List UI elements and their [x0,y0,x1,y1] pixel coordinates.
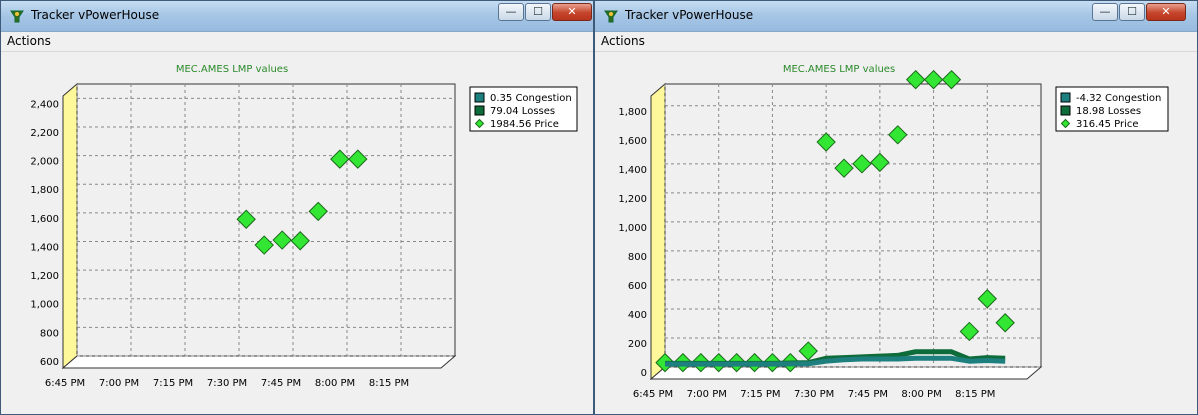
y-tick-label: 0 [641,368,647,379]
legend-swatch-losses [474,105,485,116]
y-tick-label: 2,000 [30,157,59,168]
close-button[interactable]: ✕ [552,3,592,21]
menu-actions[interactable]: Actions [7,34,51,48]
y-tick-label: 1,800 [30,185,59,196]
y-tick-label: 800 [628,252,647,263]
price-point [798,341,818,361]
x-tick-label: 7:30 PM [794,389,834,400]
y-tick-label: 800 [40,328,59,339]
window-title: Tracker vPowerHouse [625,8,754,22]
chart-left-wall [62,82,78,370]
y-tick-label: 1,400 [618,165,647,176]
price-point [254,235,274,255]
price-point [290,231,310,251]
price-point [977,289,997,309]
x-tick-label: 7:45 PM [261,378,301,389]
chart-area: MEC.AMES LMP values 600 800 1,000 1,200 1,400… [7,54,587,410]
price-point [308,201,328,222]
price-point [941,69,962,90]
price-point [870,152,890,173]
app-icon [10,10,24,23]
y-tick-label: 1,200 [618,194,647,205]
y-tick-label: 1,400 [30,242,59,253]
window-title: Tracker vPowerHouse [31,8,160,22]
legend-label-price: 1984.56 Price [490,119,559,130]
y-tick-label: 1,000 [618,223,647,234]
price-point [330,149,350,169]
x-tick-label: 7:00 PM [687,389,727,400]
x-tick-label: 6:45 PM [45,378,85,389]
minimize-icon: — [505,5,517,18]
x-tick-label: 8:00 PM [901,389,941,400]
x-tick-label: 7:30 PM [207,378,247,389]
chart-title: MEC.AMES LMP values [176,64,288,75]
legend-swatch-congestion [1060,92,1071,103]
app-icon [604,10,618,23]
legend-swatch-losses [1060,105,1071,116]
close-icon: ✕ [567,5,577,18]
close-icon: ✕ [1161,5,1171,18]
x-tick-label: 7:15 PM [153,378,193,389]
y-tick-label: 600 [40,357,59,368]
x-tick-label: 7:15 PM [740,389,780,400]
x-tick-label: 8:15 PM [369,378,409,389]
title-bar[interactable]: Tracker vPowerHouse — ☐ ✕ [595,1,1197,32]
legend-label-losses: 18.98 Losses [1076,106,1141,117]
chart-floor [61,355,457,369]
price-point [816,132,836,152]
legend-label-congestion: -4.32 Congestion [1076,93,1161,104]
y-tick-label: 1,600 [30,214,59,225]
tracker-window-left[interactable]: Tracker vPowerHouse — ☐ ✕ Actions MEC.AM… [0,0,594,415]
price-point [923,69,944,90]
y-tick-label: 1,800 [618,107,647,118]
y-tick-label: 1,000 [30,300,59,311]
price-point [905,69,926,90]
legend-label-price: 316.45 Price [1076,119,1139,130]
maximize-icon: ☐ [533,5,543,18]
chart-left-wall [650,82,666,381]
y-tick-label: 600 [628,281,647,292]
chart-back-panel [664,83,1042,368]
y-tick-label: 200 [628,339,647,350]
x-tick-label: 8:15 PM [955,389,995,400]
minimize-button[interactable]: — [1092,3,1118,21]
chart-floor [649,366,1043,380]
x-tick-label: 6:45 PM [633,389,673,400]
legend-label-losses: 79.04 Losses [490,106,555,117]
price-point [852,154,872,174]
price-point [959,321,980,342]
y-tick-label: 2,200 [30,128,59,139]
lmp-chart: MEC.AMES LMP values 600 800 1,000 1,200 1,400… [30,64,578,389]
legend-swatch-congestion [474,92,485,103]
y-tick-label: 400 [628,310,647,321]
menu-bar: Actions [595,32,1197,52]
maximize-button[interactable]: ☐ [525,3,551,21]
close-button[interactable]: ✕ [1146,3,1186,21]
price-point [272,230,292,250]
price-point [834,158,854,178]
x-tick-label: 8:00 PM [315,378,355,389]
menu-actions[interactable]: Actions [601,34,645,48]
price-point [348,149,368,169]
tracker-window-right[interactable]: Tracker vPowerHouse — ☐ ✕ Actions MEC.AM… [594,0,1198,415]
chart-back-panel [76,83,456,357]
menu-bar: Actions [1,32,593,52]
title-bar[interactable]: Tracker vPowerHouse — ☐ ✕ [1,1,593,32]
price-point [888,125,908,145]
y-tick-label: 2,400 [30,99,59,110]
legend-label-congestion: 0.35 Congestion [490,93,572,104]
maximize-icon: ☐ [1127,5,1137,18]
y-tick-label: 1,600 [618,136,647,147]
x-tick-label: 7:00 PM [99,378,139,389]
maximize-button[interactable]: ☐ [1119,3,1145,21]
minimize-icon: — [1099,5,1111,18]
y-tick-label: 1,200 [30,271,59,282]
x-tick-label: 7:45 PM [848,389,888,400]
minimize-button[interactable]: — [498,3,524,21]
chart-area: MEC.AMES LMP values 0 200 400 600 800 1,000 1,2… [601,54,1191,410]
lmp-chart: MEC.AMES LMP values 0 200 400 600 800 1,000 1,2… [618,64,1169,400]
price-point [995,313,1015,333]
chart-title: MEC.AMES LMP values [783,64,895,75]
